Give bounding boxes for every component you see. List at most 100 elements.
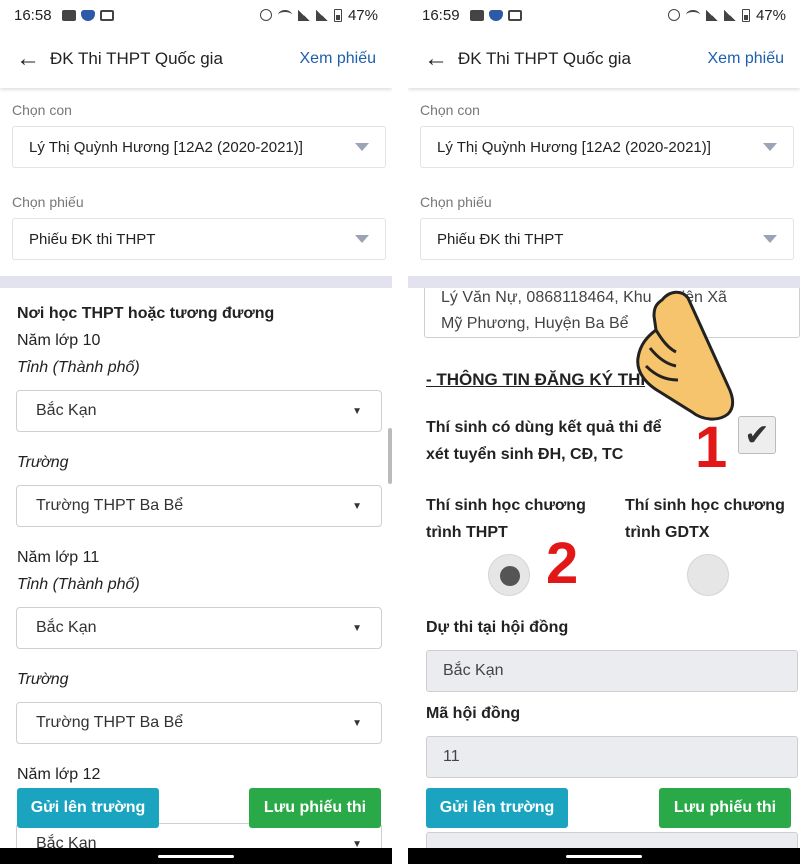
use-result-line1: Thí sinh có dùng kết quả thi để <box>426 419 662 436</box>
battery-icon <box>741 8 750 22</box>
form-select[interactable]: Phiếu ĐK thi THPT <box>12 218 386 260</box>
program-thpt-radio[interactable] <box>488 554 530 596</box>
shield-icon <box>488 9 503 21</box>
caret-down-icon <box>355 235 369 243</box>
wifi-icon <box>277 10 292 20</box>
program-thpt-line1: Thí sinh học chương <box>426 497 586 514</box>
section-title: Nơi học THPT hoặc tương đương <box>17 305 275 322</box>
choose-child-label: Chọn con <box>420 102 480 118</box>
signal-icon <box>723 9 736 21</box>
program-gdtx-line2: trình GDTX <box>625 524 710 541</box>
school10-value: Trường THPT Ba Bể <box>36 497 184 514</box>
section-divider <box>0 276 392 288</box>
screen-divider <box>392 0 408 864</box>
child-select[interactable]: Lý Thị Quỳnh Hương [12A2 (2020-2021)] <box>12 126 386 168</box>
battery-percent: 47% <box>755 6 786 24</box>
nav-bar <box>408 848 800 864</box>
school-label: Trường <box>17 671 69 688</box>
wifi-icon <box>685 10 700 20</box>
program-gdtx-label: Thí sinh học chương trình GDTX <box>625 492 785 546</box>
child-select-value: Lý Thị Quỳnh Hương [12A2 (2020-2021)] <box>437 138 711 156</box>
video-icon <box>61 9 76 21</box>
status-bar: 16:58 47% <box>0 0 392 30</box>
caret-down-icon <box>763 143 777 151</box>
back-arrow-icon[interactable]: ← <box>424 47 450 71</box>
dropdown-arrow-icon: ▼ <box>352 622 362 634</box>
council-value: Bắc Kạn <box>443 662 504 679</box>
home-indicator[interactable] <box>566 854 642 858</box>
caret-down-icon <box>763 235 777 243</box>
choose-child-label: Chọn con <box>12 102 72 118</box>
grade12-label: Năm lớp 12 <box>17 766 101 783</box>
form-select-value: Phiếu ĐK thi THPT <box>437 230 564 248</box>
save-form-button[interactable]: Lưu phiếu thi <box>659 788 791 828</box>
right-screen: 16:59 47% ← ĐK Thi THPT Quốc gia Xem phi… <box>408 0 800 864</box>
school11-select[interactable]: Trường THPT Ba Bể ▼ <box>16 702 382 744</box>
alarm-icon <box>667 9 680 21</box>
grade11-label: Năm lớp 11 <box>17 549 100 566</box>
status-time: 16:58 <box>14 6 52 24</box>
left-screen: 16:58 47% ← ĐK Thi THPT Quốc gia Xem phi… <box>0 0 392 864</box>
province11-value: Bắc Kạn <box>36 619 97 636</box>
province11-select[interactable]: Bắc Kạn ▼ <box>16 607 382 649</box>
council-field: Bắc Kạn <box>426 650 798 692</box>
child-select-value: Lý Thị Quỳnh Hương [12A2 (2020-2021)] <box>29 138 303 156</box>
save-form-button[interactable]: Lưu phiếu thi <box>249 788 381 828</box>
section-divider <box>408 276 800 288</box>
video-icon <box>469 9 484 21</box>
translate-icon <box>99 9 114 21</box>
choose-form-label: Chọn phiếu <box>12 194 84 210</box>
program-gdtx-line1: Thí sinh học chương <box>625 497 785 514</box>
home-indicator[interactable] <box>158 854 234 858</box>
shield-icon <box>80 9 95 21</box>
province10-value: Bắc Kạn <box>36 402 97 419</box>
dropdown-arrow-icon: ▼ <box>352 500 362 512</box>
page-title: ĐK Thi THPT Quốc gia <box>458 49 631 68</box>
dropdown-arrow-icon: ▼ <box>352 717 362 729</box>
send-to-school-button[interactable]: Gửi lên trường <box>17 788 159 828</box>
page-title: ĐK Thi THPT Quốc gia <box>50 49 223 68</box>
view-form-link[interactable]: Xem phiếu <box>300 50 377 68</box>
form-select-value: Phiếu ĐK thi THPT <box>29 230 156 248</box>
program-gdtx-radio[interactable] <box>687 554 729 596</box>
signal-icon <box>297 9 310 21</box>
battery-icon <box>333 8 342 22</box>
send-to-school-button[interactable]: Gửi lên trường <box>426 788 568 828</box>
nav-bar <box>0 848 392 864</box>
step-marker-2: 2 <box>546 531 579 596</box>
dropdown-arrow-icon: ▼ <box>352 405 362 417</box>
school10-select[interactable]: Trường THPT Ba Bể ▼ <box>16 485 382 527</box>
province10-select[interactable]: Bắc Kạn ▼ <box>16 390 382 432</box>
choose-form-label: Chọn phiếu <box>420 194 492 210</box>
council-label: Dự thi tại hội đồng <box>426 619 569 636</box>
council-code-label: Mã hội đồng <box>426 705 521 722</box>
checkmark-icon: ✔ <box>744 418 770 452</box>
school-label: Trường <box>17 454 69 471</box>
translate-icon <box>507 9 522 21</box>
app-bar: ← ĐK Thi THPT Quốc gia Xem phiếu <box>0 30 392 88</box>
province-label: Tỉnh (Thành phố) <box>17 576 140 593</box>
school11-value: Trường THPT Ba Bể <box>36 714 184 731</box>
use-result-label: Thí sinh có dùng kết quả thi để xét tuyể… <box>426 414 662 468</box>
form-content: Lý Văn Nự, 0868118464, Khu iện Xã Mỹ Phươ… <box>408 288 800 864</box>
view-form-link[interactable]: Xem phiếu <box>708 50 785 68</box>
form-content: Nơi học THPT hoặc tương đương Năm lớp 10… <box>0 288 392 864</box>
province-label: Tỉnh (Thành phố) <box>17 359 140 376</box>
council-code-field: 11 <box>426 736 798 778</box>
registration-info-title: - THÔNG TIN ĐĂNG KÝ THI <box>426 370 646 389</box>
pointing-hand-icon <box>636 290 735 421</box>
app-bar: ← ĐK Thi THPT Quốc gia Xem phiếu <box>408 30 800 88</box>
caret-down-icon <box>355 143 369 151</box>
signal-icon <box>705 9 718 21</box>
status-time: 16:59 <box>422 6 460 24</box>
council-code-value: 11 <box>443 748 460 765</box>
grade10-label: Năm lớp 10 <box>17 332 101 349</box>
back-arrow-icon[interactable]: ← <box>16 47 42 71</box>
radio-selected-dot <box>500 566 520 586</box>
battery-percent: 47% <box>347 6 378 24</box>
child-select[interactable]: Lý Thị Quỳnh Hương [12A2 (2020-2021)] <box>420 126 794 168</box>
status-bar: 16:59 47% <box>408 0 800 30</box>
use-result-line2: xét tuyển sinh ĐH, CĐ, TC <box>426 446 624 463</box>
alarm-icon <box>259 9 272 21</box>
form-select[interactable]: Phiếu ĐK thi THPT <box>420 218 794 260</box>
